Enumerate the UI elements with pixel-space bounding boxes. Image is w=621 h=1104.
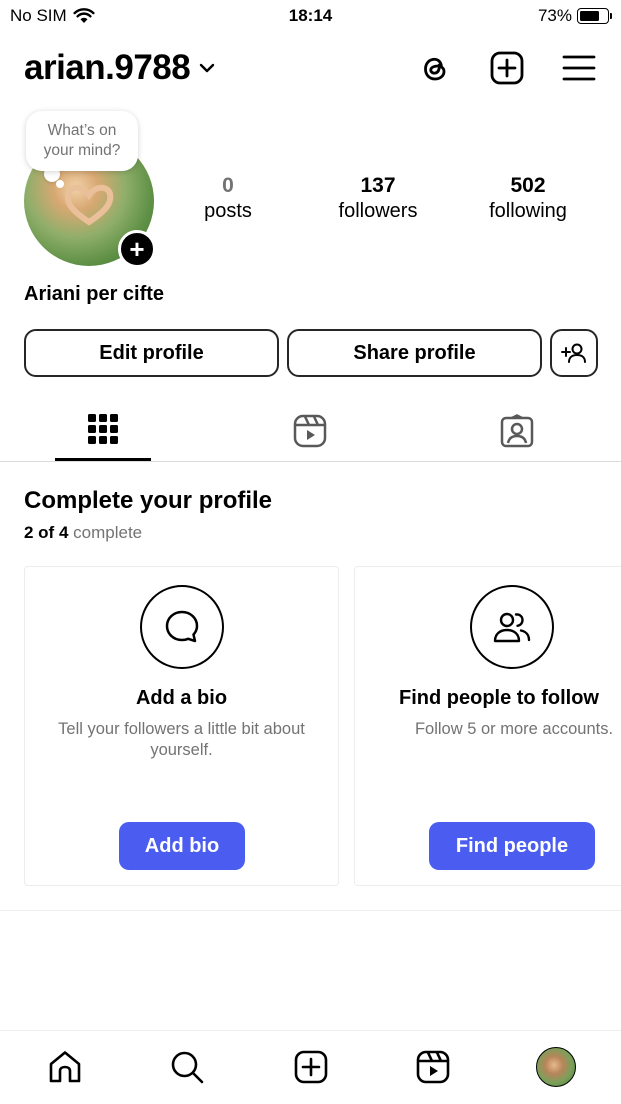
- battery-percent: 73%: [537, 6, 572, 25]
- find-people-card: Find people to follow Follow 5 or more a…: [354, 566, 621, 886]
- tab-reels[interactable]: [262, 400, 358, 461]
- status-bar: No SIM 18:14 73%: [0, 0, 621, 34]
- grid-icon: [88, 414, 118, 444]
- note-bubble[interactable]: What’s on your mind?: [26, 111, 138, 171]
- add-story-button[interactable]: +: [118, 230, 156, 268]
- nav-reels[interactable]: [413, 1047, 453, 1087]
- followers-count: 137: [360, 174, 396, 197]
- card-description: Follow 5 or more accounts.: [414, 720, 614, 738]
- add-bio-card: Add a bio Tell your followers a little b…: [24, 566, 339, 886]
- following-stat[interactable]: 502 following: [453, 174, 603, 224]
- posts-stat: 0 posts: [153, 174, 303, 224]
- profile-tabs: [0, 400, 621, 462]
- following-count: 502: [510, 174, 546, 197]
- tagged-icon: [500, 413, 534, 447]
- complete-profile-progress: 2 of 4 complete: [24, 523, 142, 543]
- complete-profile-title: Complete your profile: [24, 487, 273, 514]
- search-icon: [171, 1051, 204, 1084]
- chevron-down-icon: [200, 63, 215, 73]
- posts-count: 0: [222, 174, 234, 197]
- display-name: Ariani per cifte: [24, 283, 165, 305]
- nav-create[interactable]: [291, 1047, 331, 1087]
- username: arian.9788: [24, 48, 191, 87]
- bottom-nav: [0, 1030, 621, 1104]
- account-switcher[interactable]: arian.9788: [24, 48, 216, 88]
- following-label: following: [489, 200, 567, 222]
- reels-icon: [416, 1050, 450, 1084]
- followers-label: followers: [338, 200, 418, 222]
- card-title: Add a bio: [135, 687, 228, 709]
- add-bio-button[interactable]: Add bio: [119, 822, 245, 870]
- tab-tagged[interactable]: [469, 400, 565, 461]
- people-icon: [470, 585, 554, 669]
- edit-profile-button[interactable]: Edit profile: [24, 329, 279, 377]
- battery-icon: [577, 8, 612, 24]
- card-description: Tell your followers a little bit about y…: [58, 720, 305, 759]
- menu-icon[interactable]: [561, 50, 597, 86]
- threads-icon[interactable]: [417, 50, 453, 86]
- profile-actions: Edit profile Share profile: [24, 329, 598, 377]
- find-people-button[interactable]: Find people: [429, 822, 595, 870]
- nav-profile-avatar[interactable]: [536, 1047, 576, 1087]
- profile-header: arian.9788: [0, 40, 621, 96]
- home-icon: [49, 1051, 81, 1083]
- reels-icon: [293, 414, 327, 447]
- add-person-icon: [561, 343, 586, 363]
- note-bubble-tail-small: [56, 180, 64, 188]
- section-divider: [0, 910, 621, 911]
- progress-label: complete: [73, 523, 143, 542]
- progress-count: 2 of 4: [24, 523, 69, 542]
- battery-level: [580, 11, 599, 21]
- nav-search[interactable]: [167, 1047, 207, 1087]
- create-post-icon[interactable]: [489, 50, 525, 86]
- followers-stat[interactable]: 137 followers: [303, 174, 453, 224]
- share-profile-button[interactable]: Share profile: [287, 329, 542, 377]
- speech-bubble-icon: [140, 585, 224, 669]
- discover-people-button[interactable]: [550, 329, 598, 377]
- tab-posts-grid[interactable]: [55, 400, 151, 461]
- heart-hands-image: [64, 184, 114, 226]
- card-title: Find people to follow: [399, 687, 599, 709]
- nav-home[interactable]: [45, 1047, 85, 1087]
- posts-label: posts: [204, 200, 252, 222]
- clock: 18:14: [288, 6, 333, 25]
- create-icon: [294, 1050, 328, 1084]
